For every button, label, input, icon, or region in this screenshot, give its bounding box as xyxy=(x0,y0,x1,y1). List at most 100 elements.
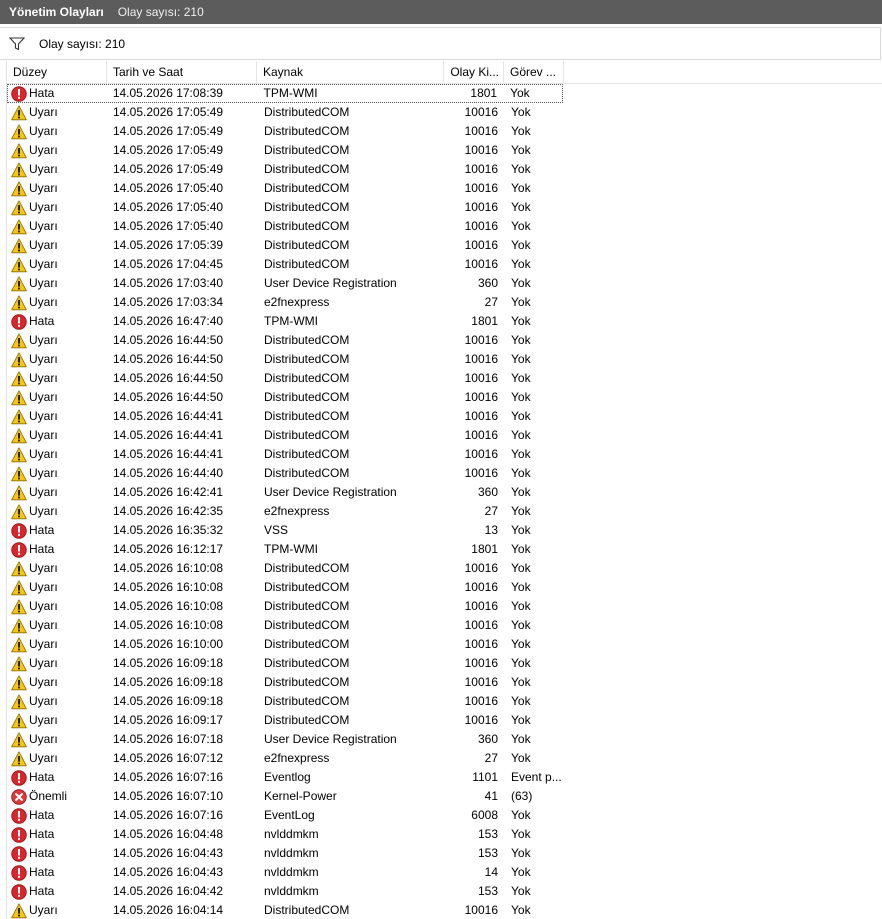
level-label: Uyarı xyxy=(29,694,58,708)
column-header-datetime[interactable]: Tarih ve Saat xyxy=(107,61,257,83)
table-row[interactable]: Hata 14.05.2026 17:08:39 TPM-WMI 1801 Yok xyxy=(7,84,563,103)
table-row[interactable]: Hata 14.05.2026 16:04:42 nvlddmkm 153 Yok xyxy=(7,882,882,901)
cell-task: Event p... xyxy=(511,770,562,784)
table-row[interactable]: Uyarı 14.05.2026 17:03:40 User Device Regi… xyxy=(7,274,882,293)
table-row[interactable]: Uyarı 14.05.2026 17:04:45 DistributedCOM 10… xyxy=(7,255,882,274)
table-row[interactable]: Uyarı 14.05.2026 16:10:08 DistributedCOM 10… xyxy=(7,616,882,635)
warning-icon xyxy=(11,142,27,159)
table-row[interactable]: Uyarı 14.05.2026 16:09:18 DistributedCOM 10… xyxy=(7,692,882,711)
table-row[interactable]: Uyarı 14.05.2026 17:05:49 DistributedCOM 10… xyxy=(7,103,882,122)
table-row[interactable]: Uyarı 14.05.2026 16:44:41 DistributedCOM 10… xyxy=(7,407,882,426)
table-row[interactable]: Uyarı 14.05.2026 16:10:08 DistributedCOM 10… xyxy=(7,597,882,616)
table-row[interactable]: Uyarı 14.05.2026 16:44:41 DistributedCOM 10… xyxy=(7,445,882,464)
table-row[interactable]: Uyarı 14.05.2026 16:44:50 DistributedCOM 10… xyxy=(7,350,882,369)
column-header-task[interactable]: Görev ... xyxy=(504,61,564,83)
table-row[interactable]: Hata 14.05.2026 16:47:40 TPM-WMI 1801 Yok xyxy=(7,312,882,331)
table-row[interactable]: Önemli 14.05.2026 16:07:10 Kernel-Power 41 (… xyxy=(7,787,882,806)
cell-task: Yok xyxy=(511,181,531,195)
table-row[interactable]: Uyarı 14.05.2026 16:10:08 DistributedCOM 10… xyxy=(7,578,882,597)
level-label: Uyarı xyxy=(29,485,58,499)
warning-icon xyxy=(11,712,27,729)
cell-datetime: 14.05.2026 16:07:12 xyxy=(113,751,224,765)
cell-datetime: 14.05.2026 17:03:40 xyxy=(113,276,224,290)
table-row[interactable]: Uyarı 14.05.2026 16:44:50 DistributedCOM 10… xyxy=(7,388,882,407)
cell-task: Yok xyxy=(511,903,531,917)
table-row[interactable]: Uyarı 14.05.2026 16:09:17 DistributedCOM 10… xyxy=(7,711,882,730)
cell-event-id: 10016 xyxy=(464,428,498,442)
cell-level: Hata xyxy=(7,882,107,901)
table-row[interactable]: Uyarı 14.05.2026 17:05:49 DistributedCOM 10… xyxy=(7,141,882,160)
table-row[interactable]: Hata 14.05.2026 16:07:16 Eventlog 1101 Event… xyxy=(7,768,882,787)
table-row[interactable]: Uyarı 14.05.2026 16:09:18 DistributedCOM 10… xyxy=(7,654,882,673)
column-header-event-id[interactable]: Olay Ki... xyxy=(444,61,504,83)
table-row[interactable]: Hata 14.05.2026 16:04:43 nvlddmkm 14 Yok xyxy=(7,863,882,882)
cell-level: Uyarı xyxy=(7,236,107,255)
level-label: Uyarı xyxy=(29,390,58,404)
table-row[interactable]: Uyarı 14.05.2026 16:04:14 DistributedCOM 10… xyxy=(7,901,882,919)
table-row[interactable]: Uyarı 14.05.2026 17:05:49 DistributedCOM 10… xyxy=(7,160,882,179)
table-row[interactable]: Hata 14.05.2026 16:04:48 nvlddmkm 153 Yok xyxy=(7,825,882,844)
cell-datetime: 14.05.2026 17:05:39 xyxy=(113,238,224,252)
table-row[interactable]: Uyarı 14.05.2026 16:44:50 DistributedCOM 10… xyxy=(7,369,882,388)
level-label: Hata xyxy=(29,827,55,841)
level-label: Hata xyxy=(29,884,55,898)
filter-icon[interactable] xyxy=(9,36,27,52)
table-row[interactable]: Hata 14.05.2026 16:07:16 EventLog 6008 Yok xyxy=(7,806,882,825)
cell-event-id: 10016 xyxy=(464,618,498,632)
cell-level: Uyarı xyxy=(7,730,107,749)
cell-event-id: 360 xyxy=(477,732,498,746)
warning-icon xyxy=(11,408,27,425)
cell-datetime: 14.05.2026 17:08:39 xyxy=(112,86,223,100)
cell-datetime: 14.05.2026 16:42:41 xyxy=(113,485,224,499)
table-row[interactable]: Hata 14.05.2026 16:04:43 nvlddmkm 153 Yok xyxy=(7,844,882,863)
cell-level: Uyarı xyxy=(7,198,107,217)
cell-task: Yok xyxy=(511,428,531,442)
table-row[interactable]: Uyarı 14.05.2026 17:05:39 DistributedCOM 10… xyxy=(7,236,882,255)
cell-datetime: 14.05.2026 17:05:40 xyxy=(113,181,224,195)
warning-icon xyxy=(11,693,27,710)
cell-source: TPM-WMI xyxy=(264,542,318,556)
cell-source: DistributedCOM xyxy=(264,428,350,442)
table-row[interactable]: Uyarı 14.05.2026 16:44:40 DistributedCOM 10… xyxy=(7,464,882,483)
table-row[interactable]: Uyarı 14.05.2026 16:42:41 User Device Regi… xyxy=(7,483,882,502)
table-row[interactable]: Hata 14.05.2026 16:12:17 TPM-WMI 1801 Yok xyxy=(7,540,882,559)
cell-source: DistributedCOM xyxy=(264,694,350,708)
table-row[interactable]: Uyarı 14.05.2026 16:09:18 DistributedCOM 10… xyxy=(7,673,882,692)
table-row[interactable]: Uyarı 14.05.2026 17:05:40 DistributedCOM 10… xyxy=(7,198,882,217)
cell-level: Uyarı xyxy=(7,331,107,350)
cell-task: Yok xyxy=(511,599,531,613)
column-header-level[interactable]: Düzey xyxy=(7,61,107,83)
table-row[interactable]: Uyarı 14.05.2026 16:42:35 e2fnexpress 27 Yok xyxy=(7,502,882,521)
table-row[interactable]: Uyarı 14.05.2026 16:07:12 e2fnexpress 27 Yok xyxy=(7,749,882,768)
warning-icon xyxy=(11,104,27,121)
table-row[interactable]: Uyarı 14.05.2026 16:10:08 DistributedCOM 10… xyxy=(7,559,882,578)
table-row[interactable]: Uyarı 14.05.2026 16:07:18 User Device Regi… xyxy=(7,730,882,749)
cell-source: DistributedCOM xyxy=(264,713,350,727)
table-row[interactable]: Uyarı 14.05.2026 16:44:50 DistributedCOM 10… xyxy=(7,331,882,350)
table-row[interactable]: Uyarı 14.05.2026 17:03:34 e2fnexpress 27 Yok xyxy=(7,293,882,312)
level-label: Uyarı xyxy=(29,675,58,689)
column-header-source[interactable]: Kaynak xyxy=(257,61,444,83)
cell-source: DistributedCOM xyxy=(264,580,350,594)
table-row[interactable]: Uyarı 14.05.2026 16:10:00 DistributedCOM 10… xyxy=(7,635,882,654)
cell-source: User Device Registration xyxy=(264,732,397,746)
cell-task: Yok xyxy=(511,200,531,214)
cell-task: Yok xyxy=(511,561,531,575)
table-row[interactable]: Uyarı 14.05.2026 17:05:40 DistributedCOM 10… xyxy=(7,179,882,198)
cell-datetime: 14.05.2026 17:05:49 xyxy=(113,143,224,157)
level-label: Uyarı xyxy=(29,352,58,366)
cell-datetime: 14.05.2026 16:04:43 xyxy=(113,865,224,879)
cell-event-id: 10016 xyxy=(464,903,498,917)
cell-datetime: 14.05.2026 16:44:41 xyxy=(113,447,224,461)
table-row[interactable]: Hata 14.05.2026 16:35:32 VSS 13 Yok xyxy=(7,521,882,540)
level-label: Uyarı xyxy=(29,599,58,613)
table-row[interactable]: Uyarı 14.05.2026 17:05:40 DistributedCOM 10… xyxy=(7,217,882,236)
table-row[interactable]: Uyarı 14.05.2026 16:44:41 DistributedCOM 10… xyxy=(7,426,882,445)
warning-icon xyxy=(11,256,27,273)
table-row[interactable]: Uyarı 14.05.2026 17:05:49 DistributedCOM 10… xyxy=(7,122,882,141)
cell-level: Hata xyxy=(7,84,107,103)
event-list[interactable]: Düzey Tarih ve Saat Kaynak Olay Ki... Gö… xyxy=(6,61,882,919)
warning-icon xyxy=(11,503,27,520)
cell-level: Uyarı xyxy=(7,445,107,464)
column-header-row: Düzey Tarih ve Saat Kaynak Olay Ki... Gö… xyxy=(7,61,882,84)
